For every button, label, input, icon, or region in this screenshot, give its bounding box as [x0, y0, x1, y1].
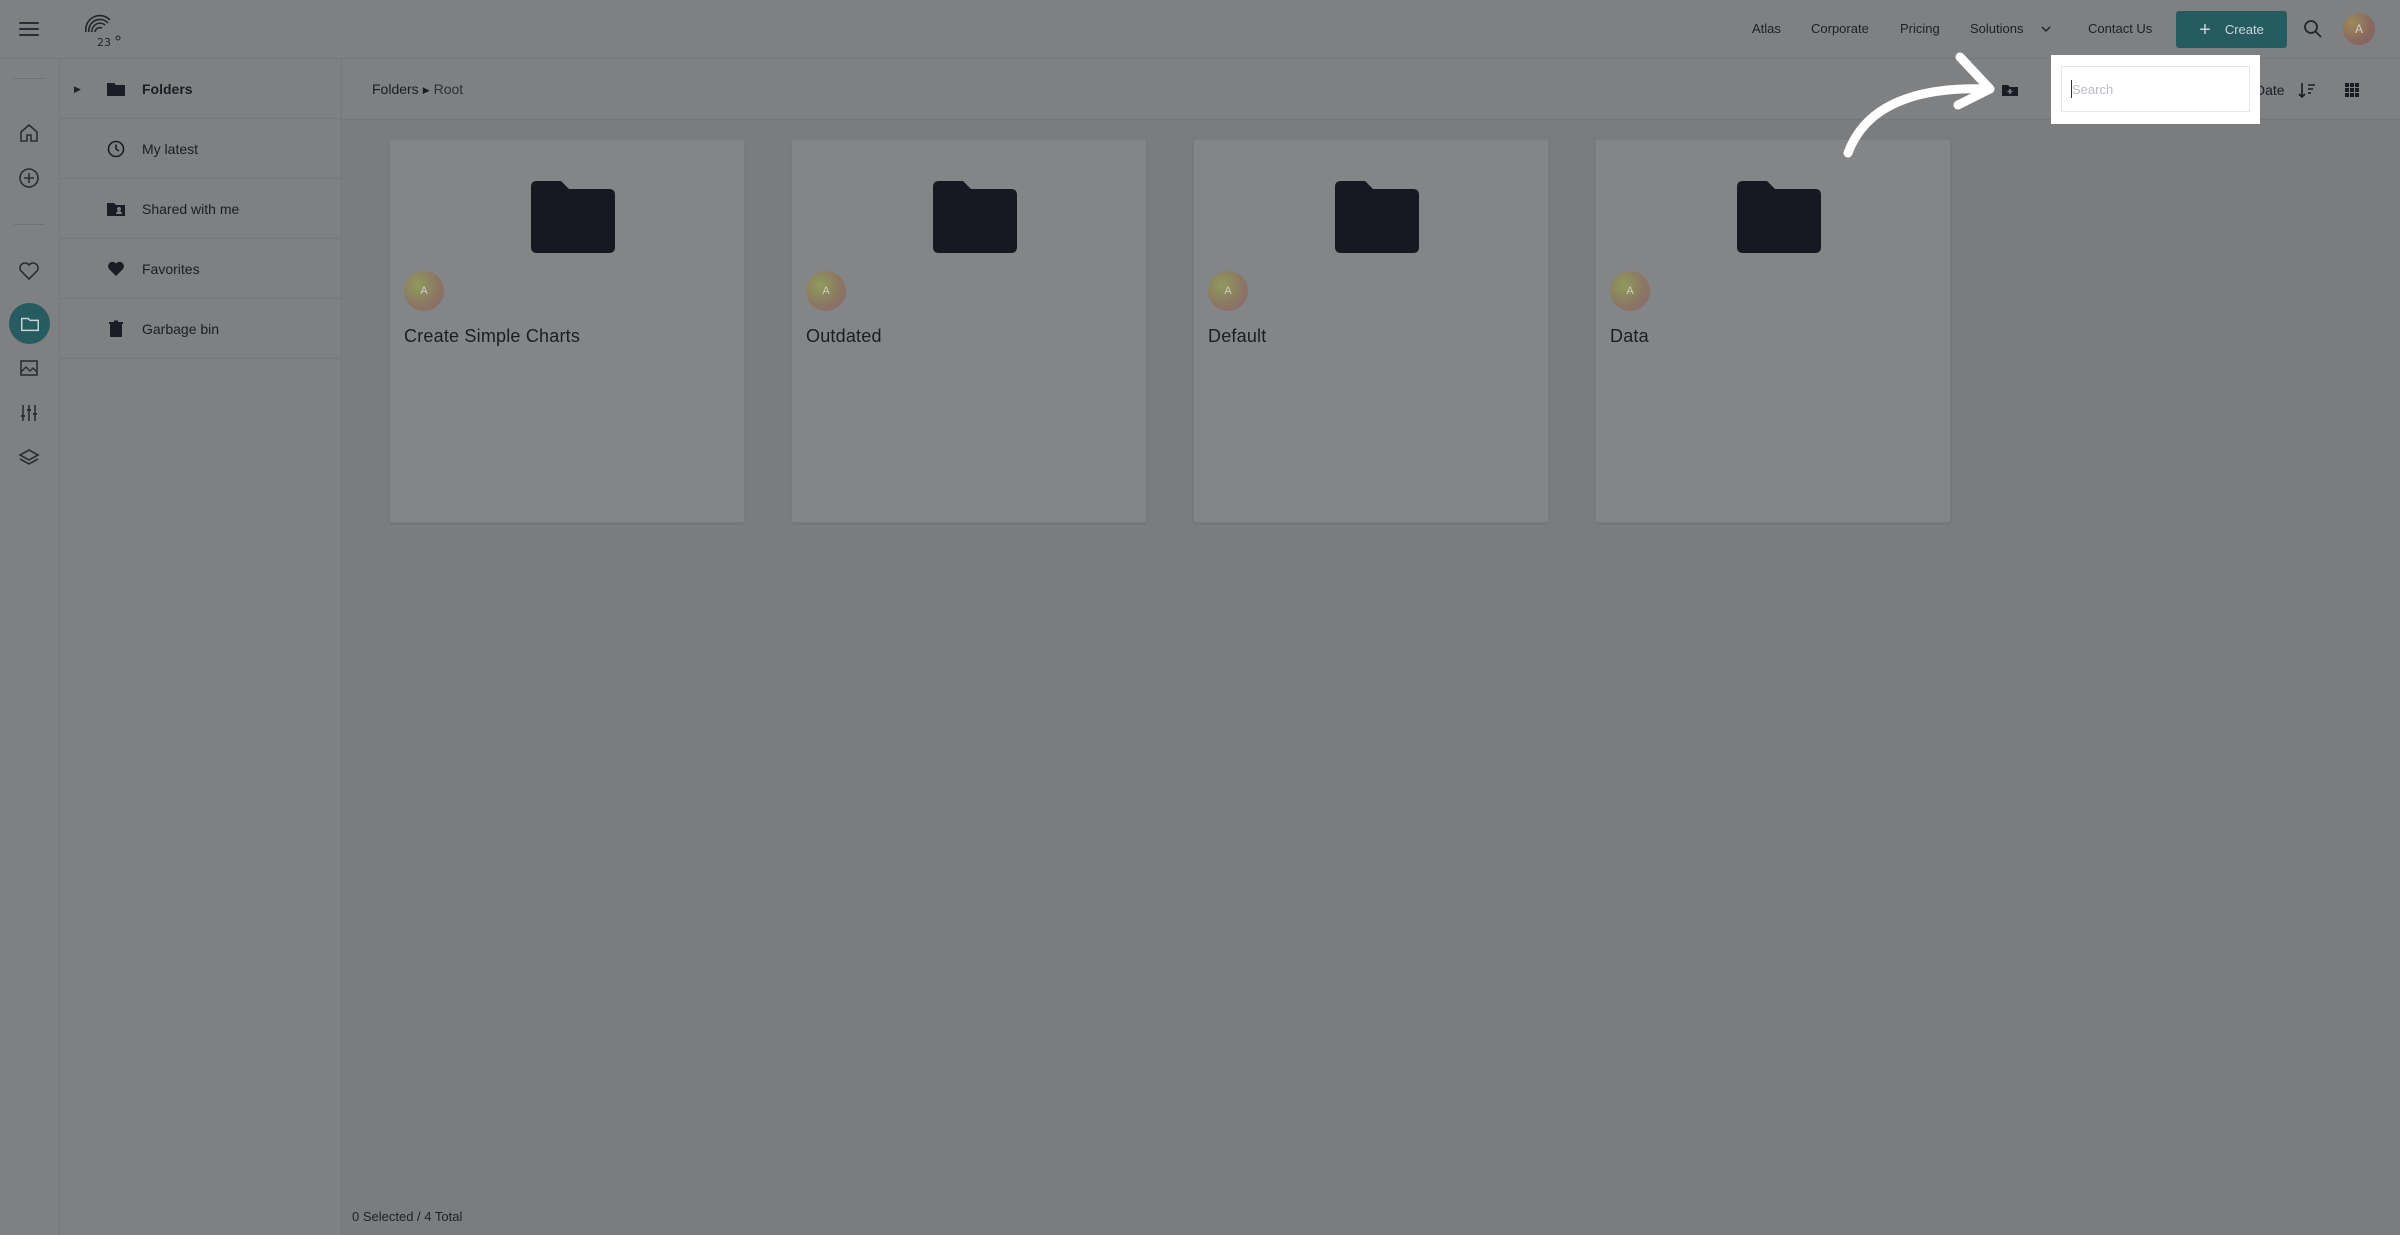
- new-folder-icon[interactable]: [2000, 80, 2020, 100]
- chevron-down-icon[interactable]: [2039, 22, 2053, 36]
- search-input[interactable]: [2061, 66, 2250, 112]
- nav-pricing[interactable]: Pricing: [1900, 21, 1940, 36]
- search-icon[interactable]: [2303, 19, 2323, 39]
- breadcrumb: Folders ▶ Root: [372, 81, 463, 97]
- svg-text:23: 23: [97, 36, 111, 49]
- rail-divider: [14, 224, 44, 225]
- sidebar-item-label: Garbage bin: [142, 321, 220, 337]
- sort-order-icon[interactable]: [2297, 80, 2317, 100]
- folder-nav-active[interactable]: [9, 303, 50, 344]
- nav-solutions[interactable]: Solutions: [1970, 21, 2023, 36]
- trash-icon: [109, 320, 123, 337]
- plus-icon: +: [2199, 18, 2211, 41]
- hamburger-icon[interactable]: [19, 18, 39, 40]
- owner-avatar: A: [806, 271, 846, 311]
- image-icon[interactable]: [17, 356, 41, 380]
- owner-avatar: A: [404, 271, 444, 311]
- folder-card-title: Create Simple Charts: [404, 326, 581, 346]
- folder-sidebar: ▶ Folders My latest Shared with me Favor…: [60, 59, 342, 1235]
- breadcrumb-parent[interactable]: Folders: [372, 81, 419, 97]
- folder-card[interactable]: A Data: [1595, 139, 1951, 523]
- folder-icon: [1737, 181, 1821, 253]
- selection-status: 0 Selected / 4 Total: [352, 1209, 463, 1224]
- folder-card[interactable]: A Default: [1193, 139, 1549, 523]
- folder-icon: [933, 181, 1017, 253]
- sliders-icon[interactable]: [17, 401, 41, 425]
- sidebar-item-folders[interactable]: ▶ Folders: [60, 59, 342, 119]
- folder-card-title: Outdated: [806, 326, 882, 346]
- heart-icon: [108, 261, 124, 276]
- folder-card[interactable]: A Create Simple Charts: [389, 139, 745, 523]
- folder-icon: [20, 317, 39, 331]
- expand-caret-icon[interactable]: ▶: [74, 84, 81, 95]
- nav-contact-us[interactable]: Contact Us: [2088, 21, 2152, 36]
- breadcrumb-separator-icon: ▶: [422, 85, 430, 95]
- sidebar-item-label: My latest: [142, 141, 199, 157]
- user-avatar[interactable]: A: [2343, 13, 2375, 45]
- sidebar-item-label: Folders: [142, 81, 193, 97]
- sidebar-item-label: Shared with me: [142, 201, 240, 217]
- icon-rail: [0, 59, 60, 1235]
- folder-card[interactable]: A Outdated: [791, 139, 1147, 523]
- owner-avatar: A: [1208, 271, 1248, 311]
- shared-folder-icon: [107, 203, 125, 216]
- top-header: 23 Atlas Corporate Pricing Solutions Con…: [0, 0, 2400, 59]
- folder-card-title: Data: [1610, 326, 1649, 346]
- folder-icon: [107, 83, 125, 96]
- sidebar-item-favorites[interactable]: Favorites: [60, 239, 342, 299]
- sidebar-item-shared-with-me[interactable]: Shared with me: [60, 179, 342, 239]
- owner-avatar: A: [1610, 271, 1650, 311]
- sidebar-item-garbage-bin[interactable]: Garbage bin: [60, 299, 342, 359]
- folder-icon: [1335, 181, 1419, 253]
- nav-atlas[interactable]: Atlas: [1752, 21, 1781, 36]
- rail-divider: [14, 78, 44, 79]
- layers-icon[interactable]: [17, 446, 41, 470]
- breadcrumb-current: Root: [433, 81, 464, 97]
- nav-corporate[interactable]: Corporate: [1811, 21, 1869, 36]
- grid-view-icon[interactable]: [2342, 80, 2362, 100]
- create-label: Create: [2224, 22, 2264, 37]
- sidebar-item-label: Favorites: [142, 261, 200, 277]
- clock-icon: [107, 140, 125, 158]
- add-circle-icon[interactable]: [17, 166, 41, 190]
- pointer-arrow-icon: [1843, 52, 1995, 158]
- heart-icon[interactable]: [17, 259, 41, 283]
- logo-23-icon[interactable]: 23: [80, 10, 122, 50]
- home-icon[interactable]: [17, 121, 41, 145]
- folder-icon: [531, 181, 615, 253]
- folder-card-title: Default: [1208, 326, 1267, 346]
- text-cursor: [2071, 80, 2072, 98]
- sidebar-item-my-latest[interactable]: My latest: [60, 119, 342, 179]
- create-button[interactable]: + Create: [2176, 11, 2287, 48]
